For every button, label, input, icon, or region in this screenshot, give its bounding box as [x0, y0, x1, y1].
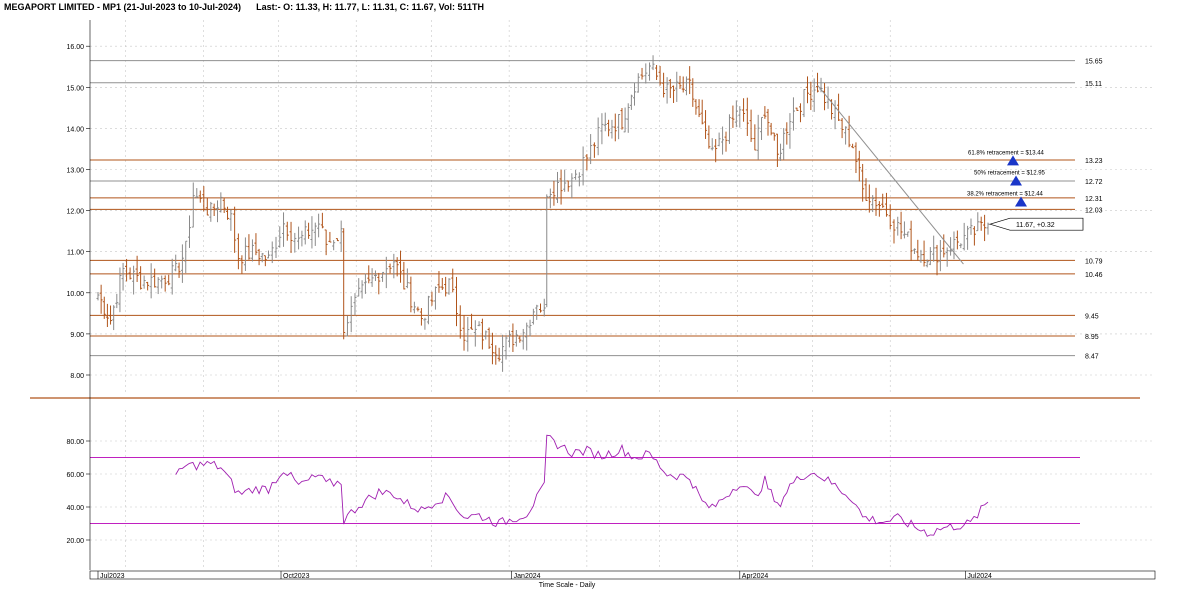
price-levels: 15.65 15.11 13.23 12.72 12.31 12.03 10.79 10.46… [90, 59, 1103, 361]
price-bars [96, 55, 990, 372]
level-label: 9.45 [1085, 313, 1099, 320]
trend-line [817, 84, 964, 265]
grid [90, 20, 1155, 570]
level-label: 8.95 [1085, 334, 1099, 341]
level-label: 13.23 [1085, 158, 1103, 165]
y-tick-label: 20.00 [66, 538, 84, 545]
y-tick-label: 16.00 [66, 44, 84, 51]
y-tick-label: 9.00 [70, 332, 84, 339]
retracement-label: 50% retracement = $12.95 [974, 171, 1046, 177]
y-tick-label: 12.00 [66, 209, 84, 216]
level-label: 10.79 [1085, 258, 1103, 265]
retracement-label: 61.8% retracement = $13.44 [968, 150, 1045, 156]
y-tick-label: 10.00 [66, 291, 84, 298]
y-tick-label: 40.00 [66, 505, 84, 512]
y-tick-label: 15.00 [66, 85, 84, 92]
y-tick-label: 80.00 [66, 439, 84, 446]
retracement-label: 38.2% retracement = $12.44 [967, 192, 1044, 198]
oscillator-line [175, 434, 989, 537]
level-label: 12.72 [1085, 179, 1103, 186]
x-tick-label: Jul2023 [100, 573, 125, 580]
level-label: 8.47 [1085, 354, 1099, 361]
x-tick-label: Apr2024 [742, 573, 769, 580]
level-label: 15.65 [1085, 59, 1103, 66]
level-label: 10.46 [1085, 272, 1103, 279]
oscillator-panel [90, 434, 1080, 537]
y-tick-label: 60.00 [66, 472, 84, 479]
x-axis-title: Time Scale - Daily [539, 582, 596, 589]
y-tick-label: 14.00 [66, 126, 84, 133]
axes: 8.00 9.00 10.00 11.00 12.00 13.00 14.00 15.00 16… [30, 20, 1156, 580]
x-axis-bar [89, 570, 1156, 580]
x-tick-label: Jan2024 [514, 573, 541, 580]
level-label: 12.31 [1085, 196, 1103, 203]
level-label: 12.03 [1085, 207, 1103, 214]
y-tick-label: 13.00 [66, 168, 84, 175]
y-tick-label: 8.00 [70, 373, 84, 380]
x-tick-label: Oct2023 [283, 573, 310, 580]
y-tick-label: 11.00 [67, 250, 84, 257]
last-price-label: 11.67, +0.32 [1016, 222, 1055, 229]
level-label: 15.11 [1085, 81, 1102, 88]
price-chart[interactable]: 15.65 15.11 13.23 12.72 12.31 12.03 10.79 10.46… [0, 0, 1200, 590]
x-tick-label: Jul2024 [967, 573, 992, 580]
